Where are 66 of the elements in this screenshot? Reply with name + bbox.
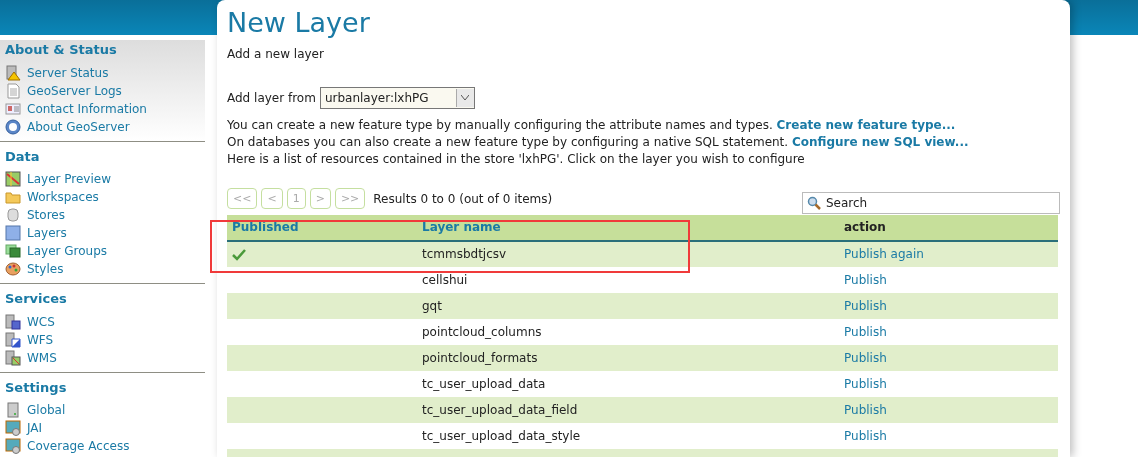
sidebar-link[interactable]: WMS: [5, 348, 205, 367]
server-map-icon: [5, 349, 21, 366]
search-field[interactable]: Search: [802, 191, 1060, 214]
publish-link[interactable]: Publish: [844, 324, 887, 339]
description-text: Here is a list of resources contained in the store 'lxhPG'. Click on the layer you wish to configure: [227, 150, 806, 168]
sidebar-link[interactable]: Global: [5, 401, 205, 419]
table-cell: tc_user_upload_data: [422, 376, 546, 391]
map-icon: [5, 171, 21, 187]
sidebar-link[interactable]: WCS: [5, 312, 205, 331]
sidebar-link[interactable]: Stores: [5, 206, 205, 224]
table-cell: pointcloud_formats: [422, 350, 538, 365]
table-cell: tc_user_upload_data_style: [422, 428, 581, 443]
page-title: New Layer: [227, 8, 370, 38]
description-text: On databases you can also create a new feature type by configuring a native SQL statement. Configure new SQL view...: [227, 133, 970, 151]
stacked-layers-icon: [5, 243, 21, 259]
section-heading: Services: [5, 290, 67, 308]
server-grid-icon: [5, 313, 21, 330]
square-layer-icon: [5, 225, 21, 241]
table-cell: gqt: [422, 298, 442, 313]
table-cell: pointcloud_columns: [422, 324, 542, 339]
description-text: You can create a new feature type by manually configuring the attribute names and types. Create new feature type...: [227, 116, 957, 134]
publish-link[interactable]: Publish: [844, 402, 887, 417]
sidebar-link[interactable]: GeoServer Logs: [5, 81, 205, 100]
store-dropdown[interactable]: urbanlayer:lxhPG: [319, 86, 475, 109]
sidebar-link[interactable]: Workspaces: [5, 188, 205, 206]
sidebar-link[interactable]: Contact Information: [5, 99, 205, 118]
image-gear-icon: [5, 420, 21, 436]
section-heading: Data: [5, 147, 40, 166]
folder-icon: [5, 189, 21, 205]
document-icon: [5, 82, 21, 99]
column-header[interactable]: Published: [232, 220, 299, 235]
table-cell: tc_user_upload_data_field: [422, 402, 578, 417]
publish-link[interactable]: Publish: [844, 272, 887, 287]
palette-icon: [5, 261, 21, 277]
image-gear-icon: [5, 438, 21, 454]
action-link[interactable]: Configure new SQL view...: [791, 134, 969, 149]
server-icon: [5, 402, 21, 418]
sidebar-link[interactable]: Layer Preview: [5, 170, 205, 188]
sidebar-link[interactable]: JAI: [5, 419, 205, 437]
sidebar-link[interactable]: Styles: [5, 260, 205, 278]
section-heading: About & Status: [5, 41, 117, 59]
section-heading: Settings: [5, 378, 67, 397]
database-icon: [5, 207, 21, 223]
field-label: Add layer from: [227, 89, 316, 107]
action-link[interactable]: Create new feature type...: [776, 117, 956, 132]
help-icon: [5, 118, 21, 135]
sidebar-link[interactable]: About GeoServer: [5, 117, 205, 136]
server-page-icon: [5, 331, 21, 348]
page-subtitle: Add a new layer: [227, 45, 325, 63]
caret-icon: [461, 95, 470, 101]
sidebar-link[interactable]: WFS: [5, 330, 205, 349]
contact-card-icon: [5, 100, 21, 117]
sidebar-link[interactable]: Layer Groups: [5, 242, 205, 260]
publish-link[interactable]: Publish: [844, 428, 887, 443]
column-header: action: [844, 220, 886, 235]
table-cell: tcmmsbdtjcsv: [422, 247, 507, 262]
sidebar-link[interactable]: Layers: [5, 224, 205, 242]
publish-link[interactable]: Publish: [844, 376, 887, 391]
publish-link[interactable]: Publish: [844, 350, 887, 365]
server-warning-icon: [5, 64, 21, 81]
sidebar-link[interactable]: Coverage Access: [5, 437, 205, 455]
results-text: Results 0 to 0 (out of 0 items): [373, 190, 553, 208]
sidebar-link[interactable]: Server Status: [5, 63, 205, 82]
publish-link[interactable]: Publish: [844, 298, 887, 313]
table-cell: cellshui: [422, 272, 468, 287]
column-header[interactable]: Layer name: [422, 220, 501, 235]
